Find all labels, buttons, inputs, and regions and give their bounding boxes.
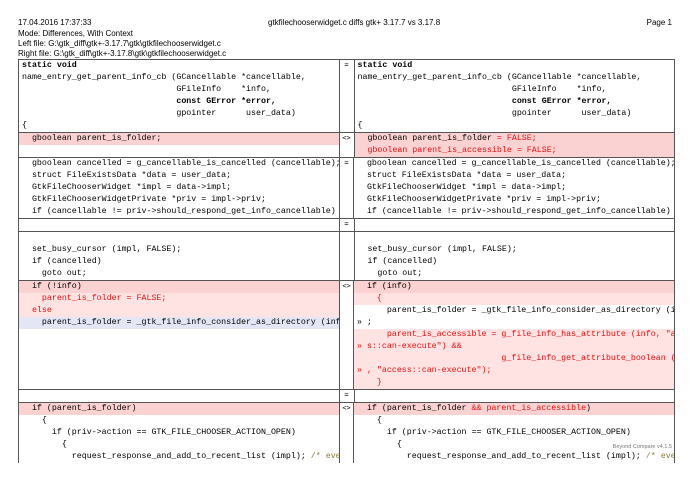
code-line: if (cancellable != priv->should_respond_… [22,207,336,216]
equal-marker: = [339,158,354,218]
code-line: GFileInfo *info, [357,85,607,94]
added-line: » , "access::can-execute"); [354,365,674,377]
diff-block-info-check: if (!info) parent_is_folder = FALSE; els… [19,281,674,390]
empty-line [19,353,339,365]
diff-marker: <> [339,281,354,389]
code-line: parent_is_folder = _gtk_file_info_consid… [357,306,674,315]
code-line: { [22,121,27,130]
right-pane: set_busy_cursor (impl, FALSE); if (cance… [355,232,675,280]
code-line: if (priv->action == GTK_FILE_CHOOSER_ACT… [22,428,296,437]
print-datetime: 17.04.2016 17:37:33 [18,18,92,27]
code-line: GFileInfo *info, [22,85,271,94]
changed-line: if (parent_is_folder) [19,403,339,415]
moved-line: parent_is_folder = _gtk_file_info_consid… [19,317,339,329]
left-pane: if (!info) parent_is_folder = FALSE; els… [19,281,339,389]
equal-marker: = [338,219,355,231]
changed-line: if (info) [354,281,674,293]
code-line: GtkFileChooserWidget *impl = data->impl; [357,183,567,192]
changed-line: if (!info) [19,281,339,293]
code-line: gpointer user_data) [357,109,632,118]
code-line: struct FileExistsData *data = user_data; [22,171,232,180]
diff-block-busy-cursor: set_busy_cursor (impl, FALSE); if (cance… [19,232,674,281]
code-line: const GError *error, [22,97,276,106]
code-line: » ; [357,318,372,327]
empty-line [19,377,339,389]
right-pane: static void name_entry_get_parent_info_c… [355,60,675,132]
code-line: gboolean cancelled = g_cancellable_is_ca… [22,159,339,168]
diff-block-body: gboolean cancelled = g_cancellable_is_ca… [19,158,674,219]
empty-line [355,232,675,244]
right-pane: if (parent_is_folder && parent_is_access… [354,403,674,463]
code-line: const GError *error, [357,97,612,106]
gap-marker [338,232,355,280]
diff-block-parent-folder: if (parent_is_folder) { if (priv->action… [19,403,674,463]
right-pane: if (info) { parent_is_folder = _gtk_file… [354,281,674,389]
empty-line [19,365,339,377]
code-line: { [357,121,363,130]
equal-marker: = [338,390,355,402]
changed-line: gboolean parent_is_folder = FALSE; [354,133,675,145]
code-line: request_response_and_add_to_recent_list … [22,452,339,461]
code-line: { [357,416,382,425]
code-line: static void [22,61,77,70]
changed-line: gboolean parent_is_folder; [19,133,339,145]
code-line: if (cancelled) [357,257,438,266]
right-pane: gboolean parent_is_folder = FALSE; gbool… [354,133,675,157]
added-line: { [354,293,674,305]
code-line: name_entry_get_parent_info_cb (GCancella… [22,73,306,82]
code-line: if (cancelled) [22,257,102,266]
code-line: GtkFileChooserWidgetPrivate *priv = impl… [357,195,601,204]
right-file-path: Right file: G:\gtk_diff\gtk+-3.17.8\gtk\… [18,49,227,58]
diff-separator: = [19,219,674,232]
removed-line: else [19,305,339,317]
code-line: set_busy_cursor (impl, FALSE); [357,245,517,254]
left-pane: set_busy_cursor (impl, FALSE); if (cance… [19,232,339,280]
footer-brand: Beyond Compare v4.1.5 [612,444,672,450]
code-line: static void [357,61,413,70]
left-pane: gboolean cancelled = g_cancellable_is_ca… [19,158,339,218]
diff-separator: = [19,390,674,403]
code-line: struct FileExistsData *data = user_data; [357,171,567,180]
page-number: Page 1 [646,18,672,27]
left-pane: gboolean parent_is_folder; [19,133,339,157]
code-line: { [22,440,67,449]
empty-line [19,341,339,353]
added-line: » s::can-execute") && [354,341,674,353]
right-pane: gboolean cancelled = g_cancellable_is_ca… [354,158,674,218]
equal-marker: = [338,60,355,132]
added-line: parent_is_accessible = g_file_info_has_a… [354,329,674,341]
changed-line: if (parent_is_folder && parent_is_access… [354,403,674,415]
code-line: gpointer user_data) [22,109,296,118]
code-line: GtkFileChooserWidget *impl = data->impl; [22,183,232,192]
added-line: } [354,377,674,389]
empty-line [19,232,339,244]
code-line: goto out; [22,269,87,278]
code-line: goto out; [357,269,423,278]
code-line: name_entry_get_parent_info_cb (GCancella… [357,73,642,82]
code-line: gboolean cancelled = g_cancellable_is_ca… [357,159,674,168]
diff-marker: <> [338,133,355,157]
diff-block-declarations: gboolean parent_is_folder; <> gboolean p… [19,133,675,158]
removed-line: parent_is_folder = FALSE; [19,293,339,305]
code-line: { [22,416,47,425]
empty-line [19,145,339,157]
left-pane: static void name_entry_get_parent_info_c… [19,60,339,132]
mode-line: Mode: Differences, With Context [18,29,134,38]
code-line: set_busy_cursor (impl, FALSE); [22,245,182,254]
code-line: GtkFileChooserWidgetPrivate *priv = impl… [22,195,266,204]
diff-table: static void name_entry_get_parent_info_c… [18,59,675,463]
empty-line [19,329,339,341]
left-pane: if (parent_is_folder) { if (priv->action… [19,403,339,463]
added-line: g_file_info_get_attribute_boolean (info [354,353,674,365]
added-line: gboolean parent_is_accessible = FALSE; [354,145,675,157]
report-title: gtkfilechooserwidget.c diffs gtk+ 3.17.7… [268,18,441,27]
diff-marker: <> [339,403,354,463]
code-line: if (cancellable != priv->should_respond_… [357,207,671,216]
code-line: request_response_and_add_to_recent_list … [357,452,674,461]
code-line: if (priv->action == GTK_FILE_CHOOSER_ACT… [357,428,631,437]
diff-block-signature: static void name_entry_get_parent_info_c… [19,60,674,133]
left-file-path: Left file: G:\gtk_diff\gtk+-3.17.7\gtk\g… [18,39,221,48]
